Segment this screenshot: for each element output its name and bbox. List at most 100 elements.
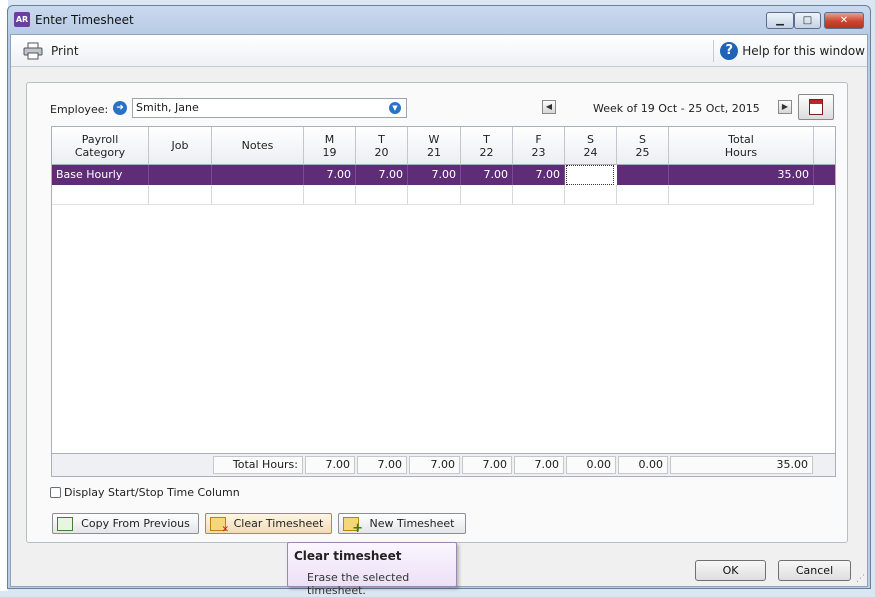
header-job[interactable]: Job [149, 127, 212, 165]
new-label: New Timesheet [369, 517, 455, 530]
cell-empty[interactable] [408, 185, 461, 205]
start-stop-checkbox[interactable]: Display Start/Stop Time Column [50, 486, 240, 499]
cell-empty[interactable] [304, 185, 356, 205]
cell-day-sat[interactable] [566, 165, 614, 185]
tooltip-body: Erase the selected timesheet. [307, 571, 410, 597]
header-line: T [483, 132, 490, 146]
header-payroll-category[interactable]: Payroll Category [52, 127, 149, 165]
next-week-button[interactable]: ▶ [778, 100, 792, 114]
cell-empty[interactable] [52, 185, 149, 205]
help-button[interactable]: ? Help for this window [713, 40, 865, 62]
close-button[interactable]: ✕ [824, 12, 864, 29]
cancel-button[interactable]: Cancel [778, 560, 851, 581]
clear-label: Clear Timesheet [233, 517, 324, 530]
maximize-button[interactable]: □ [794, 12, 821, 29]
maximize-icon: □ [802, 15, 813, 26]
app-icon: AR [14, 12, 30, 27]
clear-timesheet-tooltip: Clear timesheet Erase the selected times… [287, 542, 457, 597]
arrow-left-icon: ◀ [545, 102, 553, 111]
total-thu: 7.00 [462, 456, 512, 474]
arrow-right-icon[interactable]: ➜ [113, 101, 127, 115]
printer-icon [23, 42, 43, 60]
header-total-hours[interactable]: Total Hours [669, 127, 814, 165]
timesheet-grid: Payroll Category Job Notes M 19 T 20 W 21 T2… [51, 126, 836, 477]
cell-day-wed[interactable]: 7.00 [408, 165, 461, 185]
cell-day-sun[interactable] [617, 165, 669, 185]
title-bar[interactable]: AR Enter Timesheet ▁ □ ✕ [8, 6, 870, 34]
header-wed[interactable]: W 21 [408, 127, 461, 165]
clear-timesheet-button[interactable]: Clear Timesheet [205, 513, 332, 535]
header-line: Total [728, 132, 754, 146]
totals-footer: Total Hours: 7.00 7.00 7.00 7.00 7.00 0.… [52, 453, 835, 476]
cell-category[interactable]: Base Hourly [52, 165, 149, 185]
header-line: Category [74, 145, 126, 159]
header-line: 22 [479, 145, 494, 159]
total-mon: 7.00 [305, 456, 355, 474]
header-line: Hours [724, 145, 758, 159]
header-spacer [814, 127, 835, 165]
header-tue[interactable]: T 20 [356, 127, 408, 165]
help-icon: ? [720, 42, 739, 60]
header-line: S [587, 132, 594, 146]
header-line: S [639, 132, 646, 146]
new-timesheet-button[interactable]: New Timesheet [338, 513, 466, 536]
total-sat: 0.00 [566, 456, 616, 474]
copy-label: Copy From Previous [81, 517, 190, 530]
header-line: 24 [583, 145, 598, 159]
employee-label: Employee: [50, 103, 109, 116]
header-sun[interactable]: S 25 [617, 127, 669, 165]
previous-week-button[interactable]: ◀ [542, 100, 556, 114]
header-line: 20 [374, 145, 389, 159]
cell-empty[interactable] [617, 185, 669, 205]
header-line: 21 [427, 145, 441, 159]
new-icon [343, 516, 363, 536]
cell-notes[interactable] [212, 165, 304, 185]
total-wed: 7.00 [409, 456, 460, 474]
cell-empty[interactable] [149, 185, 212, 205]
total-week: 35.00 [670, 456, 813, 474]
print-button[interactable]: Print [23, 40, 79, 62]
copy-from-previous-button[interactable]: Copy From Previous [52, 513, 199, 534]
total-fri: 7.00 [514, 456, 564, 474]
enter-timesheet-window: AR Enter Timesheet ▁ □ ✕ Print ? Help fo… [7, 5, 871, 589]
header-thu[interactable]: T 22 [461, 127, 513, 165]
cell-total: 35.00 [669, 165, 814, 185]
header-line: 19 [322, 145, 337, 159]
cell-day-fri[interactable]: 7.00 [513, 165, 565, 185]
header-line: W [428, 132, 440, 146]
timesheet-panel: Employee: ➜ Smith, Jane ▼ ◀ Week of 19 O… [26, 82, 848, 543]
cell-job[interactable] [149, 165, 212, 185]
checkbox-box[interactable] [50, 487, 61, 498]
tooltip-title: Clear timesheet [294, 549, 402, 563]
cell-day-tue[interactable]: 7.00 [356, 165, 408, 185]
header-line: 25 [635, 145, 650, 159]
header-sat[interactable]: S 24 [565, 127, 617, 165]
header-line: F [535, 132, 542, 146]
header-notes[interactable]: Notes [212, 127, 304, 165]
cell-empty[interactable] [356, 185, 408, 205]
header-mon[interactable]: M 19 [304, 127, 356, 165]
cell-spacer [814, 165, 835, 185]
cell-empty[interactable] [461, 185, 513, 205]
total-tue: 7.00 [357, 456, 407, 474]
resize-grip-icon[interactable]: ⋰ [856, 574, 865, 584]
cell-empty[interactable] [513, 185, 565, 205]
header-line: Payroll [81, 132, 119, 146]
employee-select[interactable]: Smith, Jane ▼ [132, 98, 407, 118]
header-fri[interactable]: F 23 [513, 127, 565, 165]
calendar-button[interactable] [798, 94, 834, 120]
total-sun: 0.00 [618, 456, 668, 474]
minimize-button[interactable]: ▁ [766, 12, 794, 29]
toolbar: Print ? Help for this window [11, 35, 867, 67]
calendar-icon [809, 99, 823, 115]
dropdown-icon[interactable]: ▼ [389, 102, 401, 114]
client-area: Print ? Help for this window Employee: ➜… [10, 34, 868, 587]
ok-button[interactable]: OK [695, 560, 766, 581]
cell-empty[interactable] [565, 185, 617, 205]
cell-day-thu[interactable]: 7.00 [461, 165, 513, 185]
cell-empty[interactable] [212, 185, 304, 205]
arrow-right-small-icon: ▶ [781, 102, 789, 111]
total-hours-label: Total Hours: [213, 456, 303, 474]
start-stop-label: Display Start/Stop Time Column [64, 486, 240, 499]
cell-day-mon[interactable]: 7.00 [304, 165, 356, 185]
